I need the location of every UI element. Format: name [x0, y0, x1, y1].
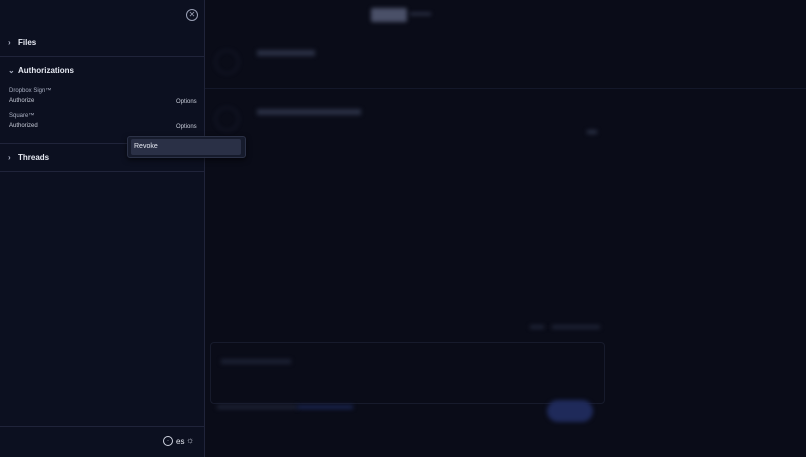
revoke-menu-item[interactable]: Revoke — [131, 139, 241, 155]
authorization-status[interactable]: Authorize — [9, 98, 34, 104]
authorizations-section-header[interactable]: ⌄ Authorizations — [8, 66, 74, 75]
authorizations-label: Authorizations — [18, 66, 74, 75]
message-placeholder — [257, 109, 361, 115]
message-action-placeholder — [587, 130, 597, 134]
input-placeholder — [221, 359, 291, 364]
threads-section-header[interactable]: › Threads — [8, 153, 49, 162]
divider — [0, 171, 204, 172]
authorization-options-button[interactable]: Options — [176, 124, 197, 130]
globe-icon: · — [163, 436, 173, 446]
files-label: Files — [18, 38, 37, 47]
chevron-right-icon: › — [8, 38, 11, 47]
language-label: es — [176, 436, 185, 446]
avatar — [215, 107, 239, 131]
footer-text-placeholder — [217, 405, 297, 409]
authorization-options-button[interactable]: Options — [176, 99, 197, 105]
avatar — [215, 50, 239, 74]
footer-link-placeholder — [297, 405, 353, 409]
authorization-name: Dropbox Sign™ — [9, 88, 52, 94]
close-icon[interactable]: ✕ — [186, 9, 198, 21]
hint-placeholder — [552, 325, 600, 329]
sidebar: ✕ › Files ⌄ Authorizations Dropbox Sign™… — [0, 0, 205, 457]
chat-area-dimmed: ▬▬▬ — [205, 0, 806, 457]
files-section-header[interactable]: › Files — [8, 38, 36, 47]
threads-label: Threads — [18, 153, 50, 162]
hint-placeholder — [530, 325, 544, 329]
footer-divider — [0, 426, 204, 427]
sun-icon[interactable]: ☼ — [186, 435, 194, 445]
app-logo — [371, 8, 407, 22]
divider — [205, 88, 806, 89]
authorization-options-menu: Revoke — [127, 136, 246, 158]
divider — [0, 56, 204, 57]
language-selector[interactable]: · es — [163, 436, 184, 446]
authorization-status: Authorized — [9, 123, 38, 129]
chevron-down-icon: ⌄ — [8, 66, 15, 75]
send-button[interactable] — [547, 400, 593, 422]
message-input[interactable] — [210, 342, 605, 404]
authorization-name: Square™ — [9, 113, 35, 119]
chevron-right-icon: › — [8, 153, 11, 162]
message-placeholder — [257, 50, 315, 56]
app-logo-text: ▬▬▬ — [410, 10, 431, 17]
